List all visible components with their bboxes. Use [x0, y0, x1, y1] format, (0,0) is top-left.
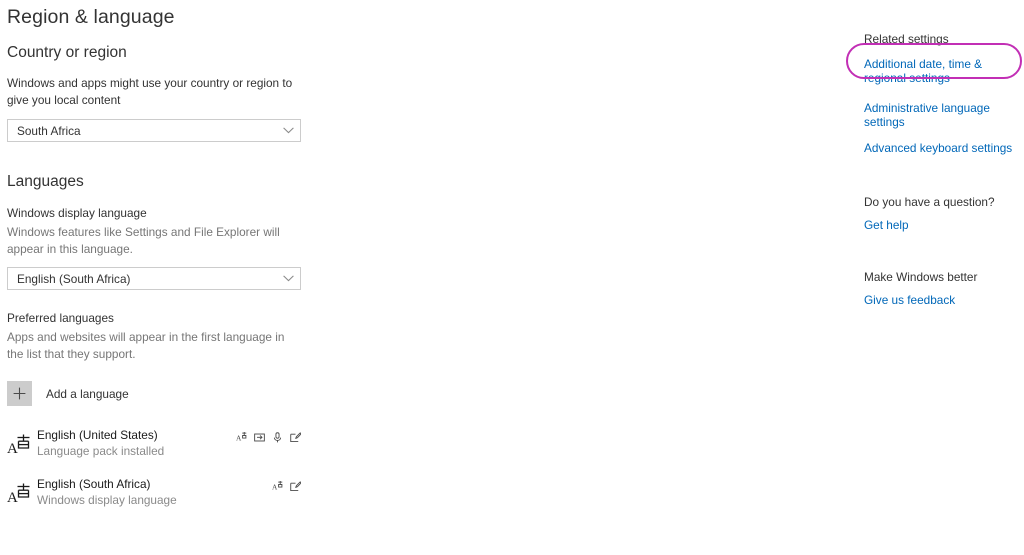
language-name: English (South Africa) [37, 477, 151, 491]
windows-display-language-value: English (South Africa) [17, 271, 131, 286]
list-item-text: English (South Africa) Windows display l… [37, 477, 307, 508]
help-question-heading: Do you have a question? [864, 194, 995, 209]
make-windows-better-heading: Make Windows better [864, 270, 978, 284]
windows-display-language-description: Windows features like Settings and File … [7, 225, 280, 256]
language-icon: A [7, 428, 37, 456]
country-or-region-description: Windows and apps might use your country … [7, 76, 293, 107]
related-settings-heading: Related settings [864, 32, 949, 46]
link-additional-date-time-regional-settings[interactable]: Additional date, time & regional setting… [864, 57, 1016, 85]
region-language-settings-pane: Region & language Country or region Wind… [0, 0, 337, 508]
chevron-down-icon [276, 275, 300, 282]
link-advanced-keyboard-settings[interactable]: Advanced keyboard settings [864, 141, 1024, 156]
link-get-help[interactable]: Get help [864, 218, 1024, 233]
list-item[interactable]: A English (United States) Language pack … [7, 428, 307, 459]
svg-text:A: A [272, 482, 278, 491]
pen-input-icon [290, 479, 302, 497]
preferred-languages-label: Preferred languages [7, 311, 114, 325]
svg-text:A: A [7, 490, 18, 505]
country-or-region-heading: Country or region [7, 44, 127, 61]
add-a-language-button[interactable]: Add a language [7, 381, 301, 406]
language-status: Windows display language [37, 493, 177, 507]
keyboard-icon: A [272, 479, 283, 497]
link-administrative-language-settings[interactable]: Administrative language settings [864, 101, 1024, 129]
country-or-region-dropdown[interactable]: South Africa [7, 119, 301, 142]
plus-icon [7, 381, 32, 406]
list-item[interactable]: A English (South Africa) Windows display… [7, 477, 307, 508]
link-give-us-feedback[interactable]: Give us feedback [864, 293, 1024, 308]
windows-display-language-label: Windows display language [7, 206, 147, 220]
page-title: Region & language [7, 6, 175, 28]
add-a-language-label: Add a language [46, 386, 129, 401]
country-or-region-value: South Africa [17, 123, 81, 138]
svg-text:A: A [7, 441, 18, 456]
language-icon: A [7, 477, 37, 505]
related-settings-pane: Related settings Additional date, time &… [864, 31, 1024, 308]
pen-input-icon [290, 430, 302, 448]
language-feature-icons: A [236, 430, 302, 448]
preferred-languages-description: Apps and websites will appear in the fir… [7, 330, 285, 361]
language-feature-icons: A [272, 479, 302, 497]
languages-heading: Languages [7, 173, 84, 190]
svg-text:A: A [236, 433, 242, 442]
chevron-down-icon [276, 127, 300, 134]
speech-icon [272, 430, 283, 448]
handwriting-icon [254, 430, 265, 448]
windows-display-language-dropdown[interactable]: English (South Africa) [7, 267, 301, 290]
keyboard-icon: A [236, 430, 247, 448]
